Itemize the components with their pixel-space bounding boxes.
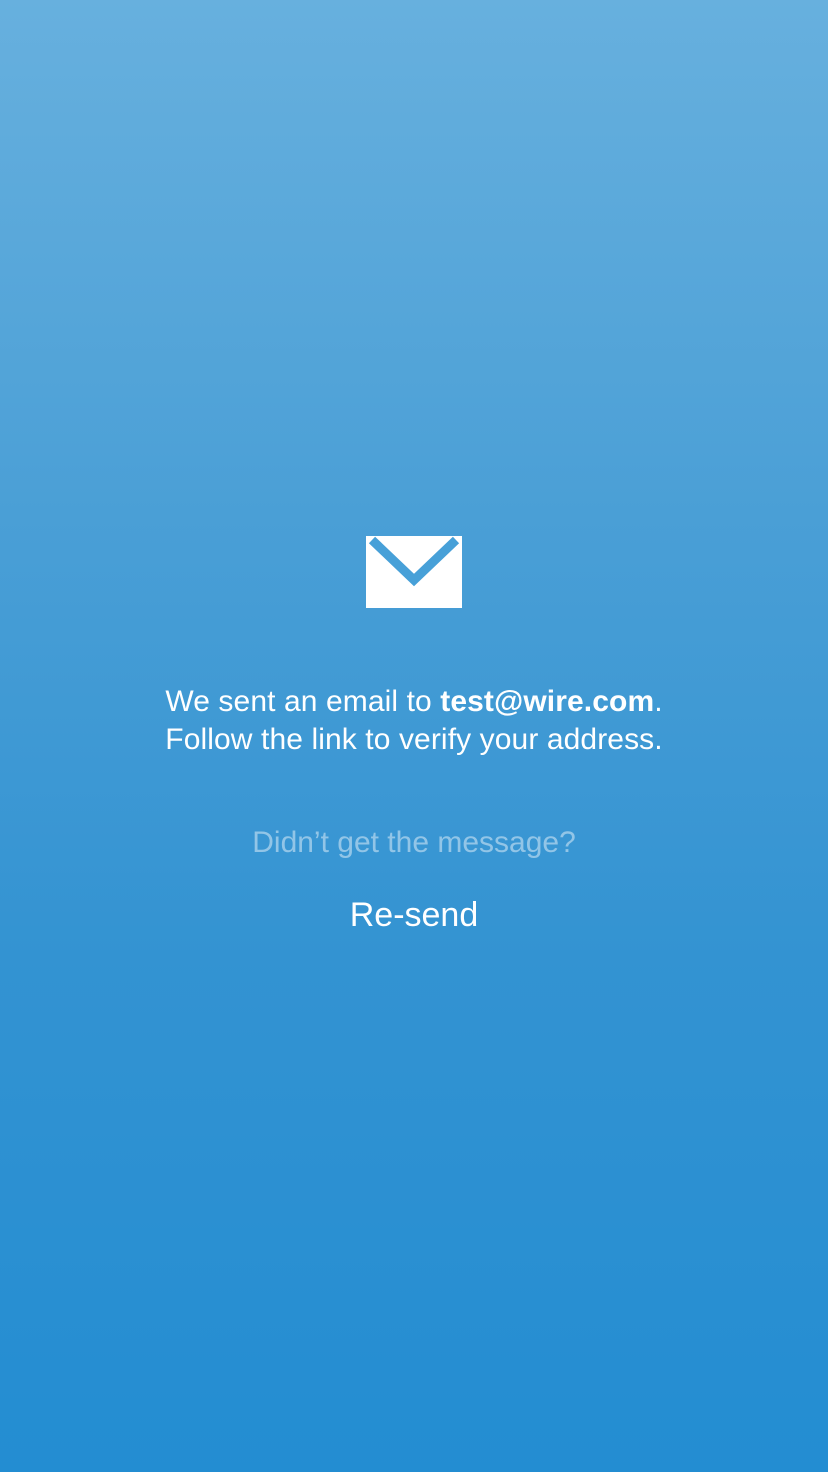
email-verification-screen: We sent an email to test@wire.com. Follo…: [0, 0, 828, 1472]
message-prefix: We sent an email to: [165, 685, 441, 718]
envelope-icon: [366, 536, 462, 608]
email-address: test@wire.com: [440, 685, 655, 718]
resend-button[interactable]: Re-send: [314, 888, 514, 942]
message-line-1: We sent an email to test@wire.com.: [0, 683, 828, 721]
verification-message: We sent an email to test@wire.com. Follo…: [0, 683, 828, 759]
resend-prompt: Didn’t get the message?: [252, 826, 576, 859]
message-line-2: Follow the link to verify your address.: [165, 723, 663, 756]
message-suffix: .: [654, 685, 663, 718]
